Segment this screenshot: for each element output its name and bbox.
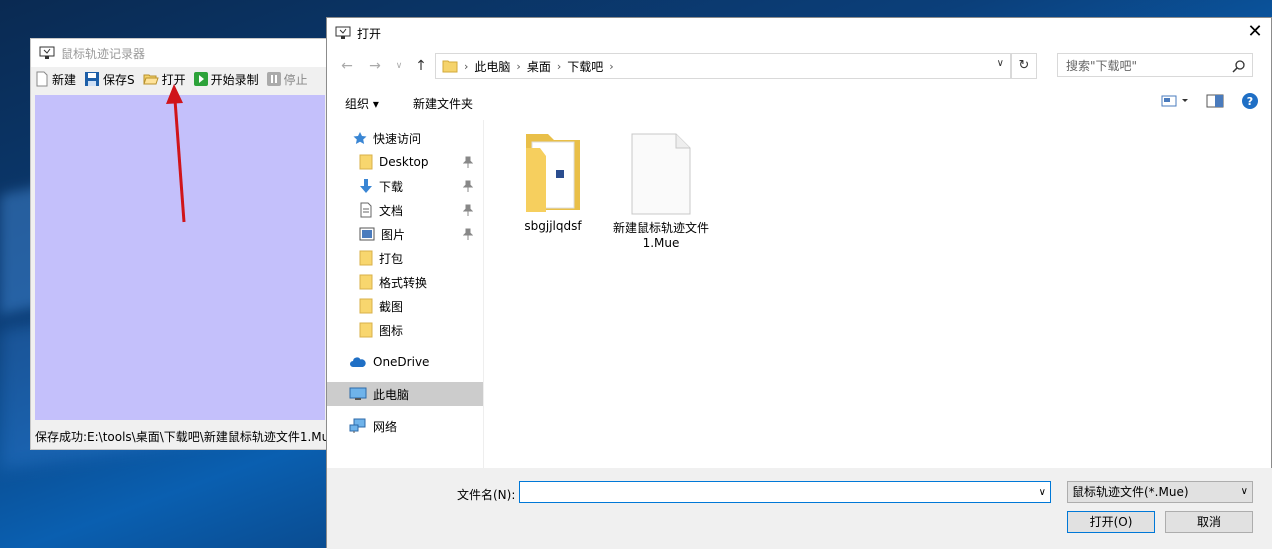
nav-quick-access-label: 快速访问: [373, 131, 422, 146]
nav-item-desktop[interactable]: Desktop: [327, 150, 483, 174]
file-item-name: 新建鼠标轨迹文件1.Mue: [612, 221, 709, 250]
nav-onedrive[interactable]: OneDrive: [327, 350, 483, 374]
nav-item-label: 文档: [379, 203, 404, 218]
new-folder-button[interactable]: 新建文件夹: [413, 95, 473, 112]
chevron-down-icon[interactable]: ∨: [1039, 487, 1046, 498]
folder-icon: [442, 60, 458, 73]
document-icon: [360, 202, 372, 218]
view-controls: ?: [1161, 92, 1259, 110]
svg-text:?: ?: [1247, 95, 1253, 108]
star-icon: [353, 132, 367, 144]
folder-icon: [359, 322, 373, 338]
nav-item-label: 图标: [379, 323, 404, 338]
help-icon[interactable]: ?: [1241, 92, 1259, 110]
nav-onedrive-label: OneDrive: [373, 355, 430, 369]
nav-item-pack[interactable]: 打包: [327, 246, 483, 270]
filetype-select[interactable]: 鼠标轨迹文件(*.Mue) ∨: [1067, 481, 1253, 503]
filename-input[interactable]: ∨: [519, 481, 1051, 503]
nav-network-label: 网络: [373, 419, 398, 434]
download-arrow-icon: [360, 179, 372, 193]
nav-item-format-convert[interactable]: 格式转换: [327, 270, 483, 294]
annotation-arrow: [166, 84, 186, 223]
status-bar-text: 保存成功:E:\tools\桌面\下载吧\新建鼠标轨迹文件1.Mue: [35, 430, 337, 444]
breadcrumb-chevron-icon: ›: [609, 59, 614, 73]
dialog-titlebar: 打开: [327, 18, 1271, 48]
breadcrumb-desktop[interactable]: 桌面: [527, 58, 551, 75]
nav-item-downloads[interactable]: 下载: [327, 174, 483, 198]
filename-label: 文件名(N):: [457, 488, 516, 502]
nav-this-pc[interactable]: 此电脑: [327, 382, 483, 406]
nav-quick-access[interactable]: 快速访问: [327, 126, 483, 150]
nav-item-label: 图片: [381, 227, 406, 242]
nav-this-pc-label: 此电脑: [373, 387, 410, 402]
breadcrumb-chevron-icon: ›: [556, 59, 562, 73]
address-dropdown-icon[interactable]: ∨: [997, 58, 1004, 69]
navigation-pane: 快速访问 Desktop 下载 文档 图片 打包 格式转换 截图 图标 OneD…: [327, 120, 484, 468]
file-list: sbgjjlqdsf 新建鼠标轨迹文件1.Mue: [485, 120, 1272, 468]
monitor-icon: [349, 387, 367, 400]
pin-icon: [463, 156, 473, 168]
nav-network[interactable]: 网络: [327, 414, 483, 438]
organize-button[interactable]: 组织 ▾: [345, 95, 379, 112]
up-arrow-icon[interactable]: ↑: [411, 56, 431, 76]
folder-icon: [359, 154, 373, 170]
folder-icon: [359, 298, 373, 314]
nav-item-pictures[interactable]: 图片: [327, 222, 483, 246]
nav-item-label: Desktop: [379, 155, 429, 169]
forward-arrow-icon[interactable]: →: [365, 56, 385, 76]
search-input[interactable]: 搜索"下载吧": [1057, 53, 1253, 77]
blank-file-icon: [631, 133, 691, 215]
dialog-app-icon: [335, 26, 351, 39]
back-arrow-icon[interactable]: ←: [337, 56, 357, 76]
preview-pane-icon[interactable]: [1205, 93, 1225, 109]
breadcrumb-chevron-icon: ›: [516, 59, 521, 73]
nav-item-icons[interactable]: 图标: [327, 318, 483, 342]
refresh-icon[interactable]: ↻: [1011, 53, 1037, 79]
cancel-button[interactable]: 取消: [1165, 511, 1253, 533]
folder-icon: [359, 250, 373, 266]
dialog-title: 打开: [357, 26, 382, 41]
close-icon[interactable]: ✕: [1247, 23, 1263, 41]
dialog-footer: 文件名(N): ∨ 鼠标轨迹文件(*.Mue) ∨ 打开(O) 取消: [327, 468, 1272, 549]
nav-item-screenshots[interactable]: 截图: [327, 294, 483, 318]
nav-item-label: 下载: [379, 179, 404, 194]
nav-item-label: 格式转换: [379, 275, 428, 290]
cloud-icon: [350, 357, 366, 367]
nav-item-label: 截图: [379, 299, 404, 314]
folder-item-name: sbgjjlqdsf: [524, 219, 582, 233]
pin-icon: [463, 180, 473, 192]
view-mode-icon[interactable]: [1161, 93, 1191, 109]
breadcrumb-this-pc[interactable]: 此电脑: [474, 58, 510, 75]
folder-item[interactable]: sbgjjlqdsf: [503, 132, 603, 233]
command-bar: 组织 ▾ 新建文件夹 ?: [327, 88, 1272, 116]
chevron-down-icon: ∨: [1240, 486, 1248, 497]
nav-item-documents[interactable]: 文档: [327, 198, 483, 222]
pin-icon: [463, 228, 473, 240]
search-icon: [1232, 60, 1245, 73]
dialog-navbar: ← → ∨ ↑ › 此电脑 › 桌面 › 下载吧 › ∨ ↻ 搜索"下载吧": [327, 50, 1272, 82]
picture-icon: [359, 227, 375, 241]
folder-icon: [359, 274, 373, 290]
folder-large-icon: [526, 134, 580, 212]
pin-icon: [463, 204, 473, 216]
network-icon: [349, 418, 366, 433]
filetype-value: 鼠标轨迹文件(*.Mue): [1072, 485, 1189, 499]
file-item[interactable]: 新建鼠标轨迹文件1.Mue: [611, 132, 711, 250]
nav-item-label: 打包: [379, 251, 404, 266]
address-bar[interactable]: › 此电脑 › 桌面 › 下载吧 › ∨: [435, 53, 1011, 79]
search-placeholder: 搜索"下载吧": [1066, 58, 1138, 73]
recent-chevron-icon[interactable]: ∨: [389, 56, 409, 76]
open-dialog: 打开 ✕ ← → ∨ ↑ › 此电脑 › 桌面 › 下载吧 › ∨ ↻ 搜索"下…: [326, 17, 1272, 549]
breadcrumb-current[interactable]: 下载吧: [567, 58, 603, 75]
open-confirm-button[interactable]: 打开(O): [1067, 511, 1155, 533]
breadcrumb-chevron-icon: ›: [464, 59, 469, 73]
